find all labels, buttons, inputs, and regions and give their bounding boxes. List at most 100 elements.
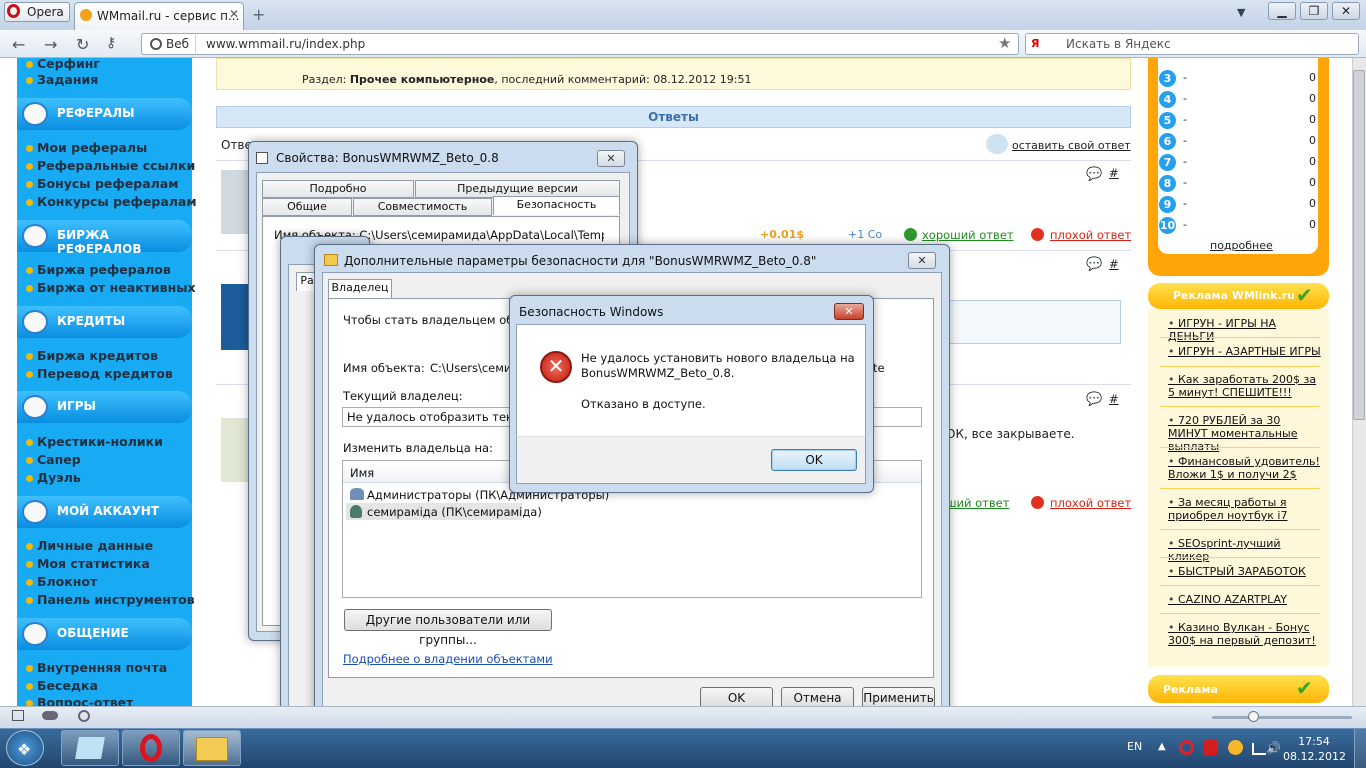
error-ok-button[interactable]: OK: [771, 449, 857, 471]
reply-icon[interactable]: 💬: [1086, 167, 1102, 182]
nav-item[interactable]: Биржа кредитов: [26, 348, 158, 363]
ad-link[interactable]: За месяц работы я приобрел ноутбук i7: [1168, 496, 1323, 522]
rank-more-link[interactable]: подробнее: [1210, 239, 1273, 252]
show-desktop-button[interactable]: [1354, 729, 1366, 768]
restore-button[interactable]: ❐: [1300, 2, 1328, 20]
ad-link[interactable]: SEOsprint-лучший кликер: [1168, 537, 1323, 563]
tab-details[interactable]: Подробно: [262, 180, 414, 198]
forward-icon[interactable]: →: [44, 35, 57, 54]
tab-compatibility[interactable]: Совместимость: [353, 198, 492, 216]
nav-item[interactable]: Перевод кредитов: [26, 366, 173, 381]
notepad-icon: [75, 737, 105, 759]
nav-item[interactable]: Конкурсы рефералам: [26, 194, 197, 209]
object-name-label: Имя объекта:: [343, 361, 425, 375]
tab-wmmail[interactable]: WMmail.ru - сервис п...: [74, 2, 244, 30]
avatar: [221, 170, 251, 234]
tray-agent-icon[interactable]: [1228, 740, 1243, 755]
taskbar-clock[interactable]: 17:54 08.12.2012: [1283, 734, 1346, 764]
rank-value: 0: [1309, 92, 1316, 105]
nav-item[interactable]: Личные данные: [26, 538, 153, 553]
ad-link[interactable]: БЫСТРЫЙ ЗАРАБОТОК: [1168, 565, 1323, 578]
bad-answer-link[interactable]: плохой ответ: [1050, 496, 1131, 510]
reply-icon[interactable]: 💬: [1086, 257, 1102, 272]
rank-value: 0: [1309, 71, 1316, 84]
other-users-button[interactable]: Другие пользователи или группы...: [344, 609, 552, 647]
bad-answer-link[interactable]: плохой ответ: [1050, 228, 1131, 242]
rank-dash: -: [1183, 218, 1187, 231]
nav-item-tasks[interactable]: Задания: [26, 72, 98, 87]
error-title: Безопасность Windows: [519, 305, 664, 319]
zoom-slider[interactable]: [1212, 716, 1352, 719]
good-answer-link[interactable]: хороший ответ: [922, 228, 1014, 242]
language-indicator[interactable]: EN: [1127, 740, 1142, 753]
cloud-icon[interactable]: [42, 711, 58, 720]
tab-close-icon[interactable]: ✕: [229, 7, 239, 21]
volume-icon[interactable]: 🔊: [1266, 741, 1281, 755]
tab-menu-icon[interactable]: ▼: [1237, 6, 1245, 19]
section-name[interactable]: Прочее компьютерное: [350, 73, 495, 86]
leave-answer-link[interactable]: оставить свой ответ: [1012, 139, 1131, 152]
panel-toggle-icon[interactable]: [12, 710, 24, 721]
nav-item[interactable]: Панель инструментов: [26, 592, 195, 607]
ownership-help-link[interactable]: Подробнее о владении объектами: [343, 652, 553, 666]
properties-close-button[interactable]: ✕: [597, 150, 625, 167]
ad-link[interactable]: ИГРУН - АЗАРТНЫЕ ИГРЫ: [1168, 345, 1323, 358]
nav-item[interactable]: Вопрос-ответ: [26, 695, 133, 706]
nav-item[interactable]: Крестики-нолики: [26, 434, 163, 449]
nav-item[interactable]: Биржа от неактивных: [26, 280, 196, 295]
referrals-icon: [22, 102, 48, 126]
scrollbar-thumb[interactable]: [1353, 70, 1365, 420]
nav-item[interactable]: Внутренняя почта: [26, 660, 167, 675]
hash-link[interactable]: #: [1109, 166, 1119, 180]
nav-item[interactable]: Сапер: [26, 452, 81, 467]
tab-owner[interactable]: Владелец: [328, 279, 392, 298]
opera-icon: [140, 734, 162, 762]
good-answer-link[interactable]: ший ответ: [946, 496, 1009, 510]
reply-icon[interactable]: 💬: [1086, 392, 1102, 407]
back-icon[interactable]: ←: [12, 35, 25, 54]
reload-icon[interactable]: ↻: [76, 35, 89, 54]
hash-link[interactable]: #: [1109, 257, 1119, 271]
tray-opera-icon[interactable]: [1179, 740, 1194, 755]
nav-item[interactable]: Мои рефералы: [26, 140, 147, 155]
nav-item[interactable]: Блокнот: [26, 574, 97, 589]
checkmark-icon: ✔: [1296, 676, 1313, 700]
speed-icon[interactable]: [78, 710, 90, 722]
url-text[interactable]: www.wmmail.ru/index.php: [206, 37, 365, 51]
search-placeholder: Искать в Яндекс: [1066, 37, 1171, 51]
tab-general[interactable]: Общие: [262, 198, 352, 216]
search-input[interactable]: Искать в Яндекс: [1025, 33, 1359, 55]
new-tab-icon[interactable]: +: [252, 5, 265, 24]
nav-section-title: БИРЖА РЕФЕРАЛОВ: [57, 228, 142, 256]
tray-expand-icon[interactable]: ▲: [1158, 741, 1166, 752]
zoom-slider-thumb[interactable]: [1248, 711, 1259, 722]
ad-link[interactable]: Финансовый удовитель! Вложи 1$ и получи …: [1168, 455, 1323, 481]
nav-item[interactable]: Беседка: [26, 678, 98, 693]
rank-dash: -: [1183, 92, 1187, 105]
nav-item[interactable]: Биржа рефералов: [26, 262, 171, 277]
nav-item-surfing[interactable]: Серфинг: [26, 56, 100, 71]
ad-link[interactable]: Как заработать 200$ за 5 минут! СПЕШИТЕ!…: [1168, 373, 1323, 399]
key-icon[interactable]: ⚷: [106, 35, 116, 51]
ad-link[interactable]: CAZINO AZARTPLAY: [1168, 593, 1323, 606]
ad-link[interactable]: ИГРУН - ИГРЫ НА ДЕНЬГИ: [1168, 317, 1323, 343]
window-close-button[interactable]: ✕: [1332, 2, 1360, 20]
tray-app-icon[interactable]: [1203, 740, 1218, 755]
rank-value: 0: [1309, 113, 1316, 126]
rank-number: 5: [1159, 112, 1176, 129]
good-answer-icon: [904, 228, 917, 241]
network-icon[interactable]: [1252, 743, 1266, 755]
bookmark-star-icon[interactable]: ★: [998, 34, 1011, 52]
nav-item[interactable]: Моя статистика: [26, 556, 150, 571]
nav-item[interactable]: Реферальные ссылки: [26, 158, 195, 173]
tab-security[interactable]: Безопасность: [493, 196, 620, 215]
owner-list-item[interactable]: семираміда (ПК\семираміда): [367, 505, 542, 519]
hash-link[interactable]: #: [1109, 392, 1119, 406]
minimize-button[interactable]: ▁: [1268, 2, 1296, 20]
user-icon: [350, 505, 362, 518]
nav-item[interactable]: Дуэль: [26, 470, 81, 485]
ad-link[interactable]: Казино Вулкан - Бонус 300$ на первый деп…: [1168, 621, 1323, 647]
error-close-button[interactable]: ✕: [834, 303, 864, 320]
advanced-security-close-button[interactable]: ✕: [908, 252, 936, 269]
nav-item[interactable]: Бонусы рефералам: [26, 176, 178, 191]
